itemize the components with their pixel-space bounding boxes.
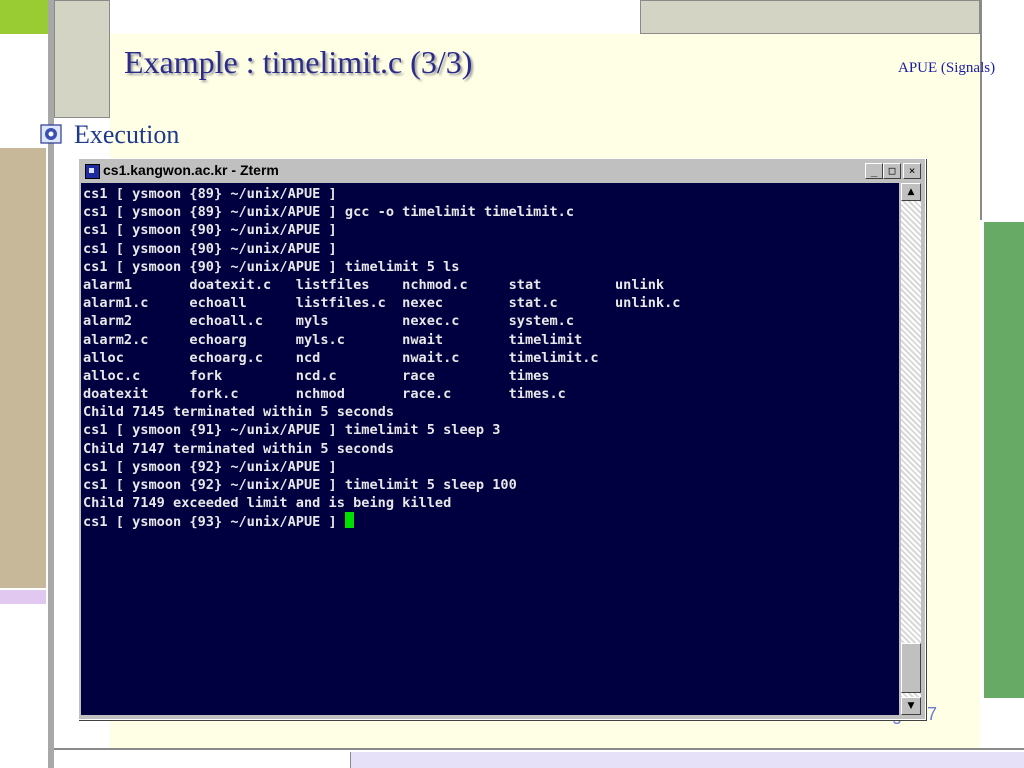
course-label: APUE (Signals) — [898, 60, 996, 76]
window-title: cs1.kangwon.ac.kr - Zterm — [103, 162, 279, 178]
terminal-line: alarm2 echoall.c myls nexec.c system.c — [83, 313, 575, 330]
scroll-down-button[interactable]: ▼ — [901, 697, 921, 715]
vertical-scrollbar[interactable]: ▲ ▼ — [901, 183, 921, 715]
terminal-line: cs1 [ ysmoon {92} ~/unix/APUE ] — [83, 458, 337, 475]
close-button[interactable]: × — [903, 163, 921, 179]
university-emblem-icon — [40, 124, 62, 144]
terminal-line: Child 7145 terminated within 5 seconds — [83, 404, 394, 421]
frame-right-strip — [980, 0, 1024, 220]
terminal-line: cs1 [ ysmoon {90} ~/unix/APUE ] — [83, 222, 337, 239]
frame-grey-block — [54, 0, 110, 118]
terminal-window[interactable]: cs1.kangwon.ac.kr - Zterm _ □ × cs1 [ ys… — [78, 158, 926, 720]
frame-bottom-lavender — [350, 752, 1024, 768]
scroll-up-button[interactable]: ▲ — [901, 183, 921, 201]
frame-top-right-block — [640, 0, 980, 34]
terminal-cursor — [344, 512, 354, 529]
terminal-line: alarm1 doatexit.c listfiles nchmod.c sta… — [83, 276, 665, 293]
minimize-button[interactable]: _ — [865, 163, 883, 179]
app-icon[interactable] — [85, 164, 100, 179]
terminal-line: alarm2.c echoarg myls.c nwait timelimit — [83, 331, 583, 348]
frame-left-lavender — [0, 590, 46, 604]
terminal-line: cs1 [ ysmoon {89} ~/unix/APUE ] — [83, 186, 337, 202]
terminal-line: cs1 [ ysmoon {90} ~/unix/APUE ] timelimi… — [83, 258, 460, 275]
terminal-line: Child 7147 terminated within 5 seconds — [83, 440, 394, 457]
maximize-button[interactable]: □ — [883, 163, 901, 179]
terminal-line: cs1 [ ysmoon {89} ~/unix/APUE ] gcc -o t… — [83, 204, 575, 221]
frame-right-green — [984, 222, 1024, 698]
terminal-line: cs1 [ ysmoon {92} ~/unix/APUE ] timelimi… — [83, 477, 517, 493]
terminal-line: Child 7149 exceeded limit and is being k… — [83, 495, 452, 512]
terminal-line: cs1 [ ysmoon {90} ~/unix/APUE ] — [83, 240, 337, 257]
terminal-line: cs1 [ ysmoon {93} ~/unix/APUE ] — [83, 512, 899, 530]
bullet-execution: Execution — [74, 120, 180, 149]
frame-left-tan — [0, 148, 46, 588]
frame-left-divider — [48, 0, 54, 768]
window-titlebar[interactable]: cs1.kangwon.ac.kr - Zterm _ □ × — [81, 161, 923, 181]
slide-title: Example : timelimit.c (3/3) — [124, 44, 473, 80]
terminal-line: alloc echoarg.c ncd nwait.c timelimit.c — [83, 349, 599, 366]
terminal-text: cs1 [ ysmoon {89} ~/unix/APUE ] cs1 [ ysm… — [81, 183, 899, 531]
scroll-thumb[interactable] — [901, 643, 921, 693]
terminal-line: cs1 [ ysmoon {91} ~/unix/APUE ] timelimi… — [83, 422, 501, 439]
terminal-line: alarm1.c echoall listfiles.c nexec stat.… — [83, 295, 681, 312]
terminal-line: alloc.c fork ncd.c race times — [83, 367, 550, 384]
terminal-output[interactable]: cs1 [ ysmoon {89} ~/unix/APUE ] cs1 [ ysm… — [81, 183, 899, 715]
terminal-line: doatexit fork.c nchmod race.c times.c — [83, 386, 566, 403]
